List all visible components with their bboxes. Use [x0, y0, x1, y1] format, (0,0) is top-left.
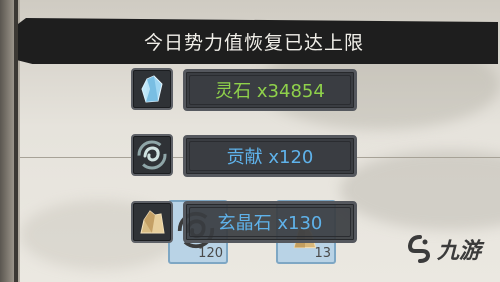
watermark: 九游: [405, 233, 481, 265]
game-scene: 今日势力值恢复已达上限 灵石 x34854 贡献 x120 120 13 玄晶石…: [0, 0, 500, 282]
spirit-stone-icon: [141, 75, 163, 103]
notice-title: 今日势力值恢复已达上限: [143, 31, 364, 54]
spirit-stone-icon-box: [131, 68, 173, 110]
reward-plate-contribution: 贡献 x120: [183, 135, 357, 177]
jiuyou-logo-icon: [407, 235, 431, 263]
contribution-icon-box: [131, 134, 173, 176]
reward-plate-spirit-stone: 灵石 x34854: [183, 69, 357, 111]
crystal-ore-icon-box: [131, 201, 173, 243]
contribution-swirl-icon: [137, 140, 167, 170]
reward-label: 贡献 x120: [226, 147, 314, 168]
watermark-text: 九游: [437, 239, 482, 264]
crystal-ore-icon: [140, 210, 165, 234]
reward-label: 灵石 x34854: [215, 81, 325, 102]
notice-banner: 今日势力值恢复已达上限: [18, 18, 498, 64]
reward-label: 玄晶石 x130: [217, 213, 323, 234]
item-count: 13: [314, 246, 331, 261]
reward-plate-crystal: 玄晶石 x130: [183, 201, 357, 243]
item-count: 120: [198, 246, 223, 261]
ink-mountain-decor: [340, 150, 500, 230]
window-frame-edge: [14, 0, 18, 282]
